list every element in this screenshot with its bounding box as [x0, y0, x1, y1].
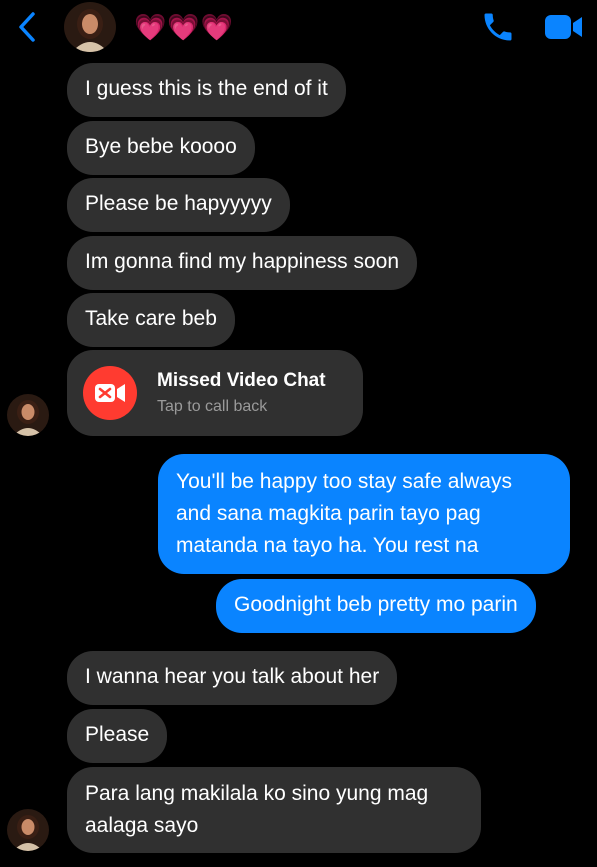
message-line: You'll be happy too stay safe always	[176, 470, 512, 493]
chevron-left-icon	[19, 12, 35, 42]
contact-avatar[interactable]	[7, 394, 49, 436]
incoming-message[interactable]: Bye bebe koooo	[67, 121, 255, 175]
back-button[interactable]	[12, 10, 42, 44]
outgoing-message[interactable]: You'll be happy too stay safe always and…	[158, 454, 570, 574]
contact-avatar[interactable]	[7, 809, 49, 851]
missed-call-title: Missed Video Chat	[157, 370, 326, 391]
outgoing-message[interactable]: Goodnight beb pretty mo parin	[216, 579, 536, 633]
missed-video-icon	[83, 366, 137, 420]
message-line: matanda na tayo ha. You rest na	[176, 534, 479, 557]
chat-header: 💗💗💗	[0, 0, 597, 58]
contact-name[interactable]: 💗💗💗	[134, 12, 234, 43]
incoming-message[interactable]: I wanna hear you talk about her	[67, 651, 398, 705]
message-line: Para lang makilala ko sino yung mag	[85, 782, 429, 805]
audio-call-button[interactable]	[479, 9, 517, 45]
incoming-message[interactable]: I guess this is the end of it	[67, 63, 346, 117]
contact-avatar[interactable]	[64, 2, 116, 52]
incoming-message[interactable]: Take care beb	[67, 293, 235, 347]
call-back-link[interactable]: Tap to call back	[157, 398, 267, 416]
phone-icon	[484, 13, 512, 41]
video-camera-icon	[545, 15, 582, 39]
incoming-message[interactable]: Im gonna find my happiness soon	[67, 236, 418, 290]
missed-video-chat[interactable]: Missed Video Chat Tap to call back	[67, 350, 363, 436]
message-line: aalaga sayo	[85, 814, 199, 837]
incoming-message[interactable]: Please be hapyyyyy	[67, 178, 290, 232]
video-call-button[interactable]	[544, 12, 584, 42]
message-line: and sana magkita parin tayo pag	[176, 502, 481, 525]
incoming-message[interactable]: Para lang makilala ko sino yung mag aala…	[67, 767, 481, 853]
incoming-message[interactable]: Please	[67, 709, 168, 763]
